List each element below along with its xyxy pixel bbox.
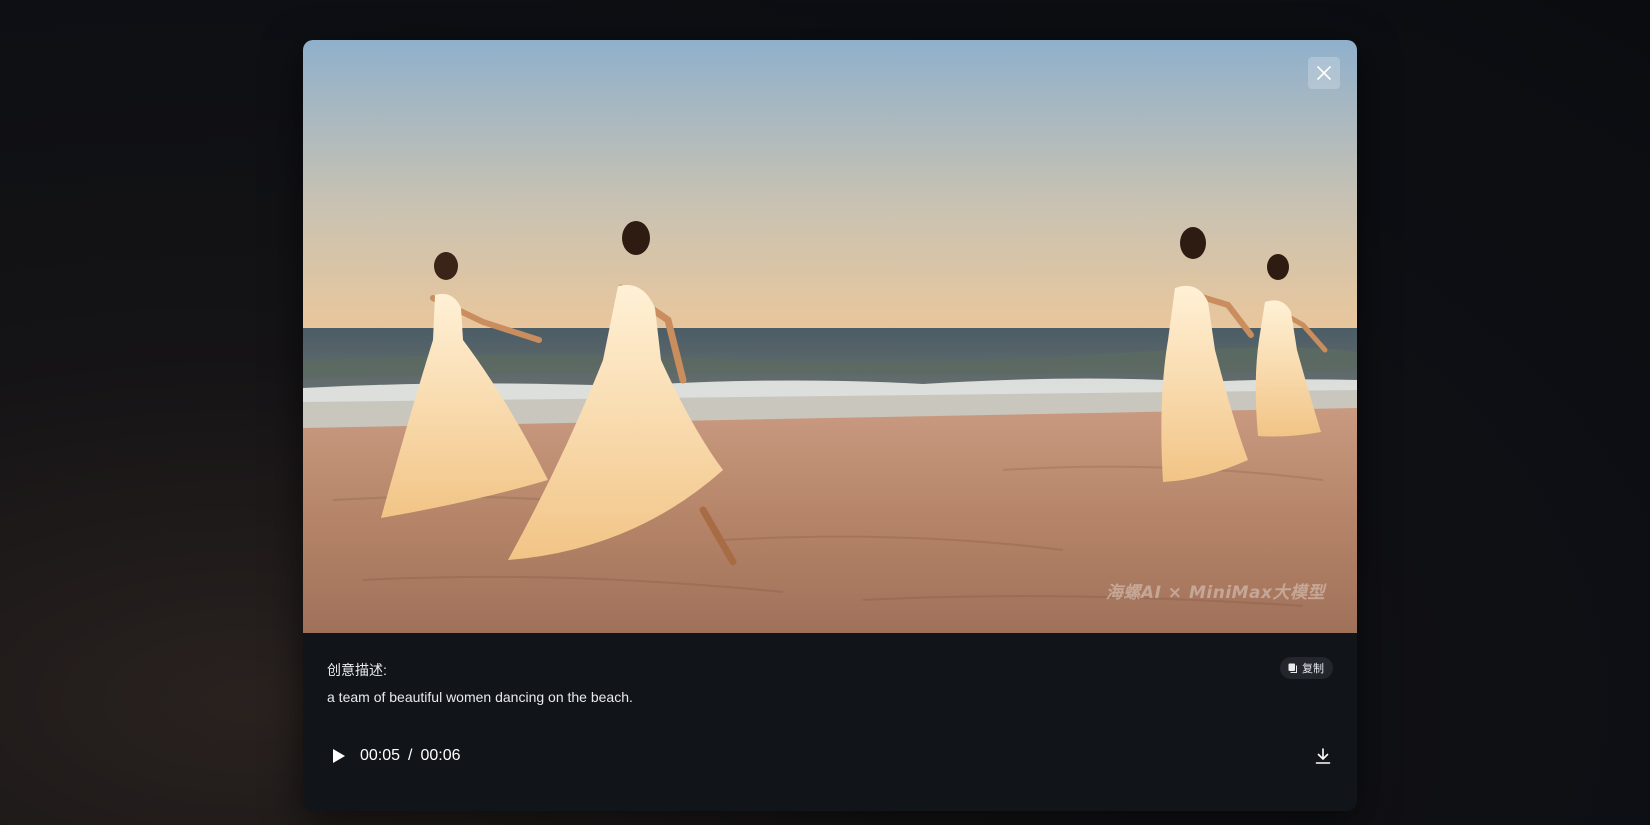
download-icon	[1315, 748, 1331, 764]
time-display: 00:05 / 00:06	[360, 747, 461, 765]
current-time: 00:05	[360, 747, 401, 764]
close-button[interactable]	[1308, 57, 1340, 89]
play-button[interactable]	[329, 746, 349, 766]
copy-button-label: 复制	[1302, 663, 1324, 675]
video-player[interactable]: 海螺AI × MiniMax大模型	[303, 40, 1357, 633]
close-icon	[1317, 66, 1331, 80]
video-info-panel: 创意描述: 复制 a team of beautiful women danci…	[327, 633, 1333, 811]
duration: 00:06	[420, 747, 461, 764]
player-controls: 00:05 / 00:06	[327, 743, 1333, 769]
video-preview-modal: 海螺AI × MiniMax大模型 创意描述: 复制 a team of bea…	[303, 40, 1357, 811]
play-icon	[333, 749, 345, 763]
time-separator: /	[408, 747, 413, 764]
copy-icon	[1288, 663, 1297, 673]
video-watermark: 海螺AI × MiniMax大模型	[1105, 583, 1325, 603]
video-frame	[303, 40, 1357, 633]
description-label: 创意描述:	[327, 662, 387, 678]
download-button[interactable]	[1313, 746, 1333, 766]
copy-button[interactable]: 复制	[1280, 657, 1333, 679]
description-text: a team of beautiful women dancing on the…	[327, 689, 633, 705]
